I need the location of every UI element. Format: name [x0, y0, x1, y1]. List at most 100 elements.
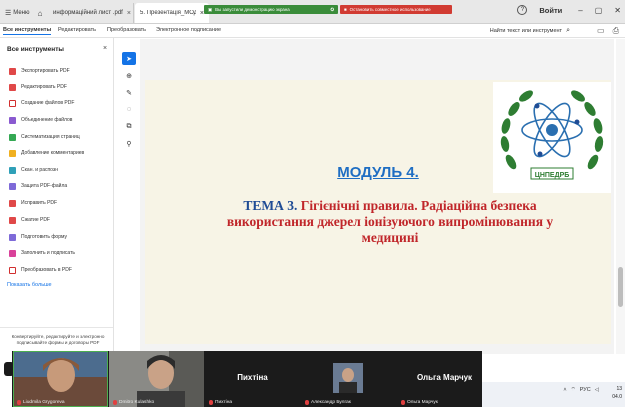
tool-label: Заполнить и подписать	[21, 250, 75, 256]
tool-redact-pdf[interactable]: Исправить PDF	[9, 197, 57, 209]
window-controls: ? Войти – ▢ ✕	[517, 5, 621, 15]
participant-name: Александр Булгак	[305, 400, 351, 405]
zoom-icon[interactable]: ⊕	[122, 69, 136, 82]
find-text-label: Найти текст или инструмент	[489, 28, 563, 34]
save-icon[interactable]: ▭	[597, 26, 605, 36]
tool-export-pdf[interactable]: Экспортировать PDF	[9, 65, 70, 77]
language-indicator[interactable]: РУС	[580, 387, 591, 393]
slide-theme-title: ТЕМА 3. Гігієнічні правила. Радіаційна б…	[225, 198, 555, 246]
tab-all-tools[interactable]: Все инструменты	[3, 27, 52, 35]
select-cursor-icon[interactable]: ➤	[122, 52, 136, 65]
participant-tile[interactable]: Liudmila Grygoreva	[13, 351, 108, 407]
close-icon[interactable]: ×	[103, 45, 107, 52]
tool-edit-pdf[interactable]: Редактировать PDF	[9, 81, 67, 93]
close-icon[interactable]: ×	[127, 10, 131, 17]
edit-pdf-icon	[9, 83, 16, 91]
stamp-icon[interactable]: ⚲	[122, 137, 136, 150]
participant-big-name: Пихтіна	[237, 373, 268, 382]
pen-icon[interactable]: ✎	[122, 86, 136, 99]
participant-name: Пихтіна	[209, 400, 232, 405]
stop-icon: ■	[344, 7, 347, 12]
stop-sharing-button[interactable]: ■ Остановить совместное использование	[340, 5, 452, 14]
all-tools-panel: Все инструменты × Экспортировать PDF Ред…	[0, 38, 114, 354]
tool-label: Объединение файлов	[21, 117, 73, 123]
combine-files-icon	[9, 116, 16, 124]
wifi-icon[interactable]: ⌔	[571, 386, 576, 393]
participant-tile[interactable]: Пихтіна Пихтіна	[205, 351, 300, 407]
chevron-up-icon[interactable]: ˄	[563, 387, 566, 393]
mic-muted-icon	[401, 400, 405, 405]
stop-sharing-label: Остановить совместное использование	[349, 7, 431, 12]
tool-convert-to-pdf[interactable]: Преобразовать в PDF	[9, 264, 72, 276]
tool-create-pdf[interactable]: Создание файлов PDF	[9, 97, 74, 109]
acrobat-toolbar: Все инструменты Редактировать Преобразов…	[0, 24, 625, 38]
print-icon[interactable]: ⎙	[613, 26, 619, 36]
help-icon[interactable]: ?	[517, 5, 528, 15]
tool-scan-ocr[interactable]: Скан. и распозн	[9, 164, 58, 176]
protect-pdf-icon	[9, 182, 16, 190]
participants-strip: Liudmila Grygoreva Dmitro Kulashko Пихті…	[12, 351, 482, 407]
tab-presentation[interactable]: 5. Презентація_МОДУЛЬ ×	[135, 3, 209, 23]
find-text-or-tool[interactable]: Найти текст или инструмент ⌕	[490, 27, 570, 35]
tool-combine-files[interactable]: Объединение файлов	[9, 114, 72, 126]
mic-muted-icon	[17, 400, 21, 405]
tab-title: информаційний лист .pdf	[53, 10, 123, 16]
tool-label: Экспортировать PDF	[21, 68, 70, 74]
text-select-icon[interactable]: ⧉	[122, 120, 136, 133]
minimize-icon[interactable]: –	[578, 6, 582, 15]
participant-tile[interactable]: Александр Булгак	[301, 351, 396, 407]
volume-icon[interactable]: ◁	[595, 387, 599, 393]
toolbar-right-icons: ▭ ⎙	[597, 26, 619, 36]
tool-prepare-form[interactable]: Подготовить форму	[9, 231, 67, 243]
mic-muted-icon	[113, 400, 117, 405]
tab-esign[interactable]: Электронное подписание	[156, 27, 221, 33]
participant-tile[interactable]: Dmitro Kulashko	[109, 351, 204, 407]
participant-name: Dmitro Kulashko	[113, 400, 154, 405]
login-button[interactable]: Войти	[539, 6, 562, 15]
tab-info-letter[interactable]: информаційний лист .pdf ×	[48, 3, 134, 23]
participant-video	[109, 351, 204, 407]
tool-label: Создание файлов PDF	[21, 100, 75, 106]
compress-pdf-icon	[9, 216, 16, 224]
tool-add-comments[interactable]: Добавление комментариев	[9, 147, 84, 159]
close-window-icon[interactable]: ✕	[614, 6, 621, 15]
system-tray: ˄ ⌔ РУС ◁	[563, 386, 599, 394]
scrollbar-thumb[interactable]	[618, 267, 623, 307]
export-pdf-icon	[9, 67, 16, 75]
show-more-link[interactable]: Показать больше	[7, 282, 52, 288]
panel-divider	[0, 327, 113, 328]
mic-muted-icon	[305, 400, 309, 405]
participant-tile[interactable]: Ольга Марчук Ольга Марчук	[397, 351, 492, 407]
create-pdf-icon	[9, 99, 16, 107]
tool-label: Защита PDF-файла	[21, 183, 68, 189]
organize-pages-icon	[9, 133, 16, 141]
tool-compress-pdf[interactable]: Сжатие PDF	[9, 214, 50, 226]
tab-title: 5. Презентація_МОДУЛЬ	[140, 10, 196, 16]
browser-tab-bar: ☰ Меню ⌂ информаційний лист .pdf × 5. Пр…	[0, 0, 625, 24]
lasso-icon[interactable]: ◌	[122, 103, 136, 116]
participant-name: Liudmila Grygoreva	[17, 400, 65, 405]
browser-menu-label: Меню	[13, 10, 30, 16]
home-button[interactable]: ⌂	[33, 3, 47, 23]
vertical-scrollbar[interactable]	[616, 39, 625, 354]
maximize-icon[interactable]: ▢	[595, 6, 603, 15]
prepare-form-icon	[9, 233, 16, 241]
browser-menu-button[interactable]: ☰ Меню	[0, 3, 32, 23]
convert-pdf-icon	[9, 266, 16, 274]
promo-text: Конвертируйте, редактируйте и электронно…	[11, 334, 105, 345]
fill-sign-icon	[9, 249, 16, 257]
mic-muted-icon	[209, 400, 213, 405]
tool-organize-pages[interactable]: Систематизация страниц	[9, 131, 80, 143]
system-clock[interactable]: 13 04.0	[612, 385, 622, 401]
tool-label: Редактировать PDF	[21, 84, 67, 90]
tab-edit[interactable]: Редактировать	[58, 27, 96, 33]
tool-fill-sign[interactable]: Заполнить и подписать	[9, 247, 75, 259]
tab-convert[interactable]: Преобразовать	[107, 27, 146, 33]
tool-label: Исправить PDF	[21, 200, 58, 206]
participant-avatar	[333, 363, 363, 393]
pin-icon[interactable]: ✪	[330, 7, 334, 13]
participant-name: Ольга Марчук	[401, 400, 438, 405]
tool-protect-pdf[interactable]: Защита PDF-файла	[9, 180, 67, 192]
share-notice-text: Вы запустили демонстрацию экрана	[215, 7, 290, 12]
tool-label: Систематизация страниц	[21, 134, 80, 140]
